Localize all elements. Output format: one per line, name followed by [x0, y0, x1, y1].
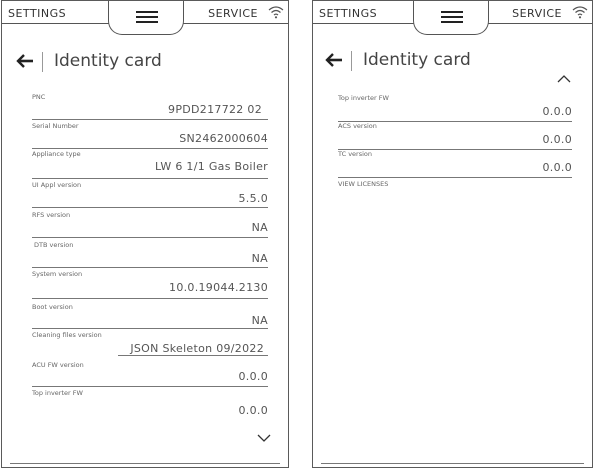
- field-acs-version: ACS version 0.0.0: [338, 122, 572, 152]
- field-boot-version: Boot version NA: [32, 303, 268, 333]
- field-tc-version: TC version 0.0.0: [338, 150, 572, 180]
- field-label: Appliance type: [32, 150, 81, 158]
- service-tab[interactable]: SERVICE: [208, 7, 258, 20]
- field-value: 5.5.0: [238, 192, 268, 205]
- settings-tab[interactable]: SETTINGS: [8, 7, 66, 20]
- back-arrow-icon[interactable]: [325, 52, 343, 68]
- wifi-icon: [268, 6, 284, 19]
- field-label: Boot version: [32, 303, 73, 311]
- field-label: Serial Number: [32, 122, 79, 130]
- chevron-down-icon[interactable]: [257, 433, 271, 443]
- top-bar: SETTINGS SERVICE: [2, 1, 288, 37]
- page-title: Identity card: [363, 50, 471, 70]
- field-top-inverter-fw: Top inverter FW 0.0.0: [32, 389, 268, 419]
- field-value: JSON Skeleton 09/2022: [130, 342, 264, 355]
- field-label: PNC: [32, 93, 46, 101]
- settings-tab[interactable]: SETTINGS: [319, 7, 377, 20]
- field-cleaning-files-version: Cleaning files version JSON Skeleton 09/…: [32, 331, 268, 361]
- field-value: 10.0.19044.2130: [169, 281, 268, 294]
- field-value: 0.0.0: [542, 105, 572, 118]
- field-system-version: System version 10.0.19044.2130: [32, 270, 268, 300]
- field-label: TC version: [338, 150, 373, 158]
- back-arrow-icon[interactable]: [16, 53, 34, 69]
- field-label: Cleaning files version: [32, 331, 102, 339]
- page-title: Identity card: [54, 51, 162, 71]
- field-acu-fw-version: ACU FW version 0.0.0: [32, 361, 268, 391]
- field-label: Top inverter FW: [338, 94, 389, 102]
- field-value: 0.0.0: [542, 161, 572, 174]
- top-bar: SETTINGS SERVICE: [313, 1, 592, 37]
- field-value: 0.0.0: [238, 404, 268, 417]
- wifi-icon: [572, 6, 588, 19]
- field-value: 0.0.0: [238, 370, 268, 383]
- field-value: 9PDD217722 02: [168, 103, 262, 116]
- field-top-inverter-fw: Top inverter FW 0.0.0: [338, 94, 572, 124]
- field-value: NA: [251, 221, 268, 234]
- menu-tab[interactable]: [108, 1, 184, 35]
- field-pnc: PNC 9PDD217722 02: [32, 93, 268, 123]
- field-value: 0.0.0: [542, 133, 572, 146]
- chevron-up-icon[interactable]: [557, 74, 571, 84]
- field-label: DTB version: [34, 241, 74, 249]
- field-label: UI Appl version: [32, 181, 82, 189]
- menu-icon[interactable]: [441, 11, 463, 23]
- field-ui-appl-version: UI Appl version 5.5.0: [32, 181, 268, 211]
- menu-tab[interactable]: [413, 1, 489, 35]
- identity-card-panel-1: SETTINGS SERVICE Identity card PNC 9PDD2…: [1, 0, 289, 468]
- identity-field-list: PNC 9PDD217722 02 Serial Number SN246200…: [32, 93, 268, 423]
- field-appliance-type: Appliance type LW 6 1/1 Gas Boiler: [32, 150, 268, 180]
- identity-card-panel-2: SETTINGS SERVICE Identity card Top inver…: [312, 0, 593, 468]
- view-licenses-label[interactable]: VIEW LICENSES: [338, 180, 388, 188]
- field-label: Top inverter FW: [32, 389, 83, 397]
- menu-icon[interactable]: [136, 11, 158, 23]
- field-label: System version: [32, 270, 83, 278]
- field-value: SN2462000604: [179, 132, 268, 145]
- field-label: ACU FW version: [32, 361, 84, 369]
- field-dtb-version: DTB version NA: [32, 241, 268, 271]
- field-rfs-version: RFS version NA: [32, 211, 268, 241]
- identity-field-list: Top inverter FW 0.0.0 ACS version 0.0.0 …: [338, 94, 572, 194]
- field-label: RFS version: [32, 211, 71, 219]
- field-value: NA: [251, 314, 268, 327]
- field-label: ACS version: [338, 122, 377, 130]
- field-value: LW 6 1/1 Gas Boiler: [154, 160, 268, 173]
- field-serial-number: Serial Number SN2462000604: [32, 122, 268, 152]
- field-value: NA: [251, 252, 268, 265]
- view-licenses-link[interactable]: VIEW LICENSES: [338, 180, 572, 210]
- service-tab[interactable]: SERVICE: [512, 7, 562, 20]
